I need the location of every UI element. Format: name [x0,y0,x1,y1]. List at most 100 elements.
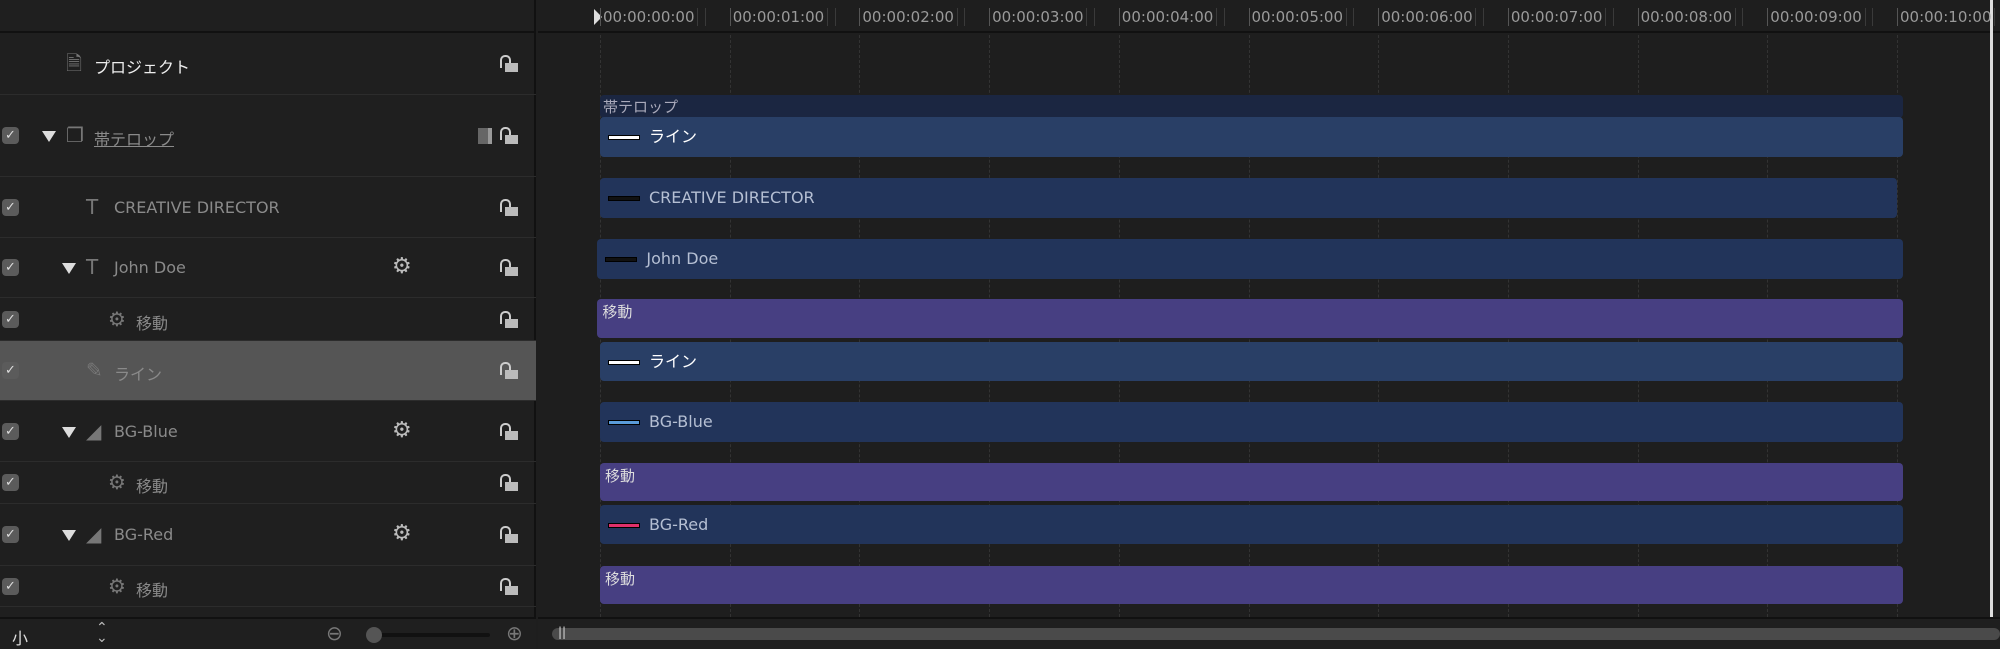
layer-enable-checkbox[interactable]: ✓ [2,526,19,543]
lock-icon[interactable] [500,55,518,73]
layer-name[interactable]: John Doe [114,258,186,277]
layer-thumbnail [608,360,640,365]
scroll-handle-icon[interactable]: || [558,625,566,639]
layer-thumbnail [608,420,640,425]
layer-row[interactable]: ✓ ❐ 帯テロップ [0,95,536,177]
ruler-minor-tick [1345,8,1347,26]
ruler-minor-tick [1864,8,1866,26]
layer-enable-checkbox[interactable]: ✓ [2,259,19,276]
layers-panel: 🗎 プロジェクト ✓ ❐ 帯テロップ ✓ T CREATIVE DIRECTOR ✓ T John … [0,0,536,649]
layer-row[interactable]: ✓ ✎ ライン [0,341,536,401]
clip-label: BG-Red [649,515,709,534]
disclosure-triangle-icon[interactable] [42,131,56,142]
layer-row[interactable]: ✓ ⚙ 移動 [0,462,536,504]
layer-row[interactable]: ✓ T John Doe ⚙ [0,238,536,298]
layer-clip[interactable]: ライン [600,342,1904,381]
text-icon: T [86,255,99,279]
layer-row[interactable]: ✓ ⚙ 移動 [0,566,536,607]
paint-stroke-icon: ✎ [86,358,103,382]
layer-row[interactable]: ✓ ◢ BG-Blue ⚙ [0,401,536,462]
layer-clip[interactable]: ライン [600,117,1904,157]
disclosure-triangle-icon[interactable] [62,263,76,274]
ruler-tick-label: 00:00:02:00 [859,8,954,26]
layer-row[interactable]: 🗎 プロジェクト [0,33,536,95]
clip-label: CREATIVE DIRECTOR [649,188,815,207]
layer-clip[interactable]: BG-Blue [600,402,1904,442]
layer-clip[interactable]: BG-Red [600,505,1904,544]
layer-enable-checkbox[interactable]: ✓ [2,362,19,379]
layer-enable-checkbox[interactable]: ✓ [2,422,19,440]
clip-label: BG-Blue [649,412,713,431]
layer-name[interactable]: 帯テロップ [94,126,174,150]
group-clip[interactable]: 帯テロップ [600,95,1904,118]
behavior-clip[interactable]: 移動 [600,463,1904,501]
shape-icon: ◢ [86,522,102,546]
lock-icon[interactable] [500,198,518,217]
group-mode-icon[interactable] [478,128,492,144]
layer-clip[interactable]: CREATIVE DIRECTOR [600,178,1897,218]
lock-icon[interactable] [500,259,518,277]
ruler-tick-label: 00:00:07:00 [1507,8,1602,26]
layer-enable-checkbox[interactable]: ✓ [2,127,19,144]
behavior-clip[interactable]: 移動 [597,299,1904,338]
behavior-icon: ⚙ [108,306,126,331]
lock-icon[interactable] [500,422,518,441]
layer-enable-checkbox[interactable]: ✓ [2,198,19,216]
layer-name[interactable]: プロジェクト [94,54,190,78]
ruler-minor-tick [834,8,836,26]
lock-icon[interactable] [500,362,518,380]
row-size-stepper[interactable]: ⌃ ⌄ [96,621,108,645]
layer-name[interactable]: 移動 [136,473,168,497]
zoom-slider-knob[interactable] [366,627,382,643]
timeline-panel: 00:00:00:00 00:00:01:00 00:00:02:00 00:00:0… [538,0,2000,649]
out-point-marker[interactable] [1990,0,1993,649]
ruler-minor-tick [1223,8,1225,26]
layer-enable-checkbox[interactable]: ✓ [2,577,19,595]
zoom-in-icon[interactable]: ⊕ [506,621,523,645]
timeline-ruler[interactable]: 00:00:00:00 00:00:01:00 00:00:02:00 00:00:0… [538,0,2000,649]
lock-icon[interactable] [500,127,518,145]
lock-icon[interactable] [500,310,518,329]
zoom-slider[interactable] [366,627,490,643]
layer-name[interactable]: BG-Blue [114,422,178,441]
clip-label: ライン [649,127,698,146]
disclosure-triangle-icon[interactable] [62,426,76,438]
layer-name[interactable]: 移動 [136,310,168,334]
gear-icon[interactable]: ⚙ [392,256,412,278]
behavior-clip[interactable]: 移動 [600,566,1904,604]
lock-icon[interactable] [500,526,518,544]
ruler-minor-tick [964,8,966,26]
disclosure-triangle-icon[interactable] [62,530,76,541]
ruler-minor-tick [1872,8,1874,26]
ruler-minor-tick [1353,8,1355,26]
layer-row[interactable]: ✓ ⚙ 移動 [0,298,536,341]
ruler-minor-tick [1994,8,1996,26]
timeline-scrollbar[interactable]: || [552,625,2000,640]
shape-icon: ◢ [86,418,102,443]
layer-name[interactable]: ライン [114,361,162,385]
layer-enable-checkbox[interactable]: ✓ [2,310,19,328]
layer-enable-checkbox[interactable]: ✓ [2,474,19,491]
lock-icon[interactable] [500,474,518,492]
zoom-out-icon[interactable]: ⊖ [326,621,343,645]
text-icon: T [86,194,99,219]
ruler-minor-tick [1483,8,1485,26]
clip-label: ライン [649,352,698,371]
layer-row[interactable]: ✓ T CREATIVE DIRECTOR [0,177,536,238]
timeline-footer: || [538,617,2000,649]
gear-icon[interactable]: ⚙ [392,419,412,442]
layers-header [0,0,536,33]
clip-label: 移動 [602,303,633,321]
ruler-minor-tick [1086,8,1088,26]
ruler-minor-tick [1742,8,1744,26]
ruler-minor-tick [1216,8,1218,26]
layer-thumbnail [605,257,638,262]
gear-icon[interactable]: ⚙ [392,523,412,545]
layer-name[interactable]: CREATIVE DIRECTOR [114,198,280,217]
layer-row[interactable]: ✓ ◢ BG-Red ⚙ [0,504,536,566]
lock-icon[interactable] [500,577,518,596]
layer-clip[interactable]: John Doe [597,239,1904,279]
layer-name[interactable]: 移動 [136,577,168,601]
layer-name[interactable]: BG-Red [114,525,173,544]
row-size-label: 小 [12,629,29,648]
